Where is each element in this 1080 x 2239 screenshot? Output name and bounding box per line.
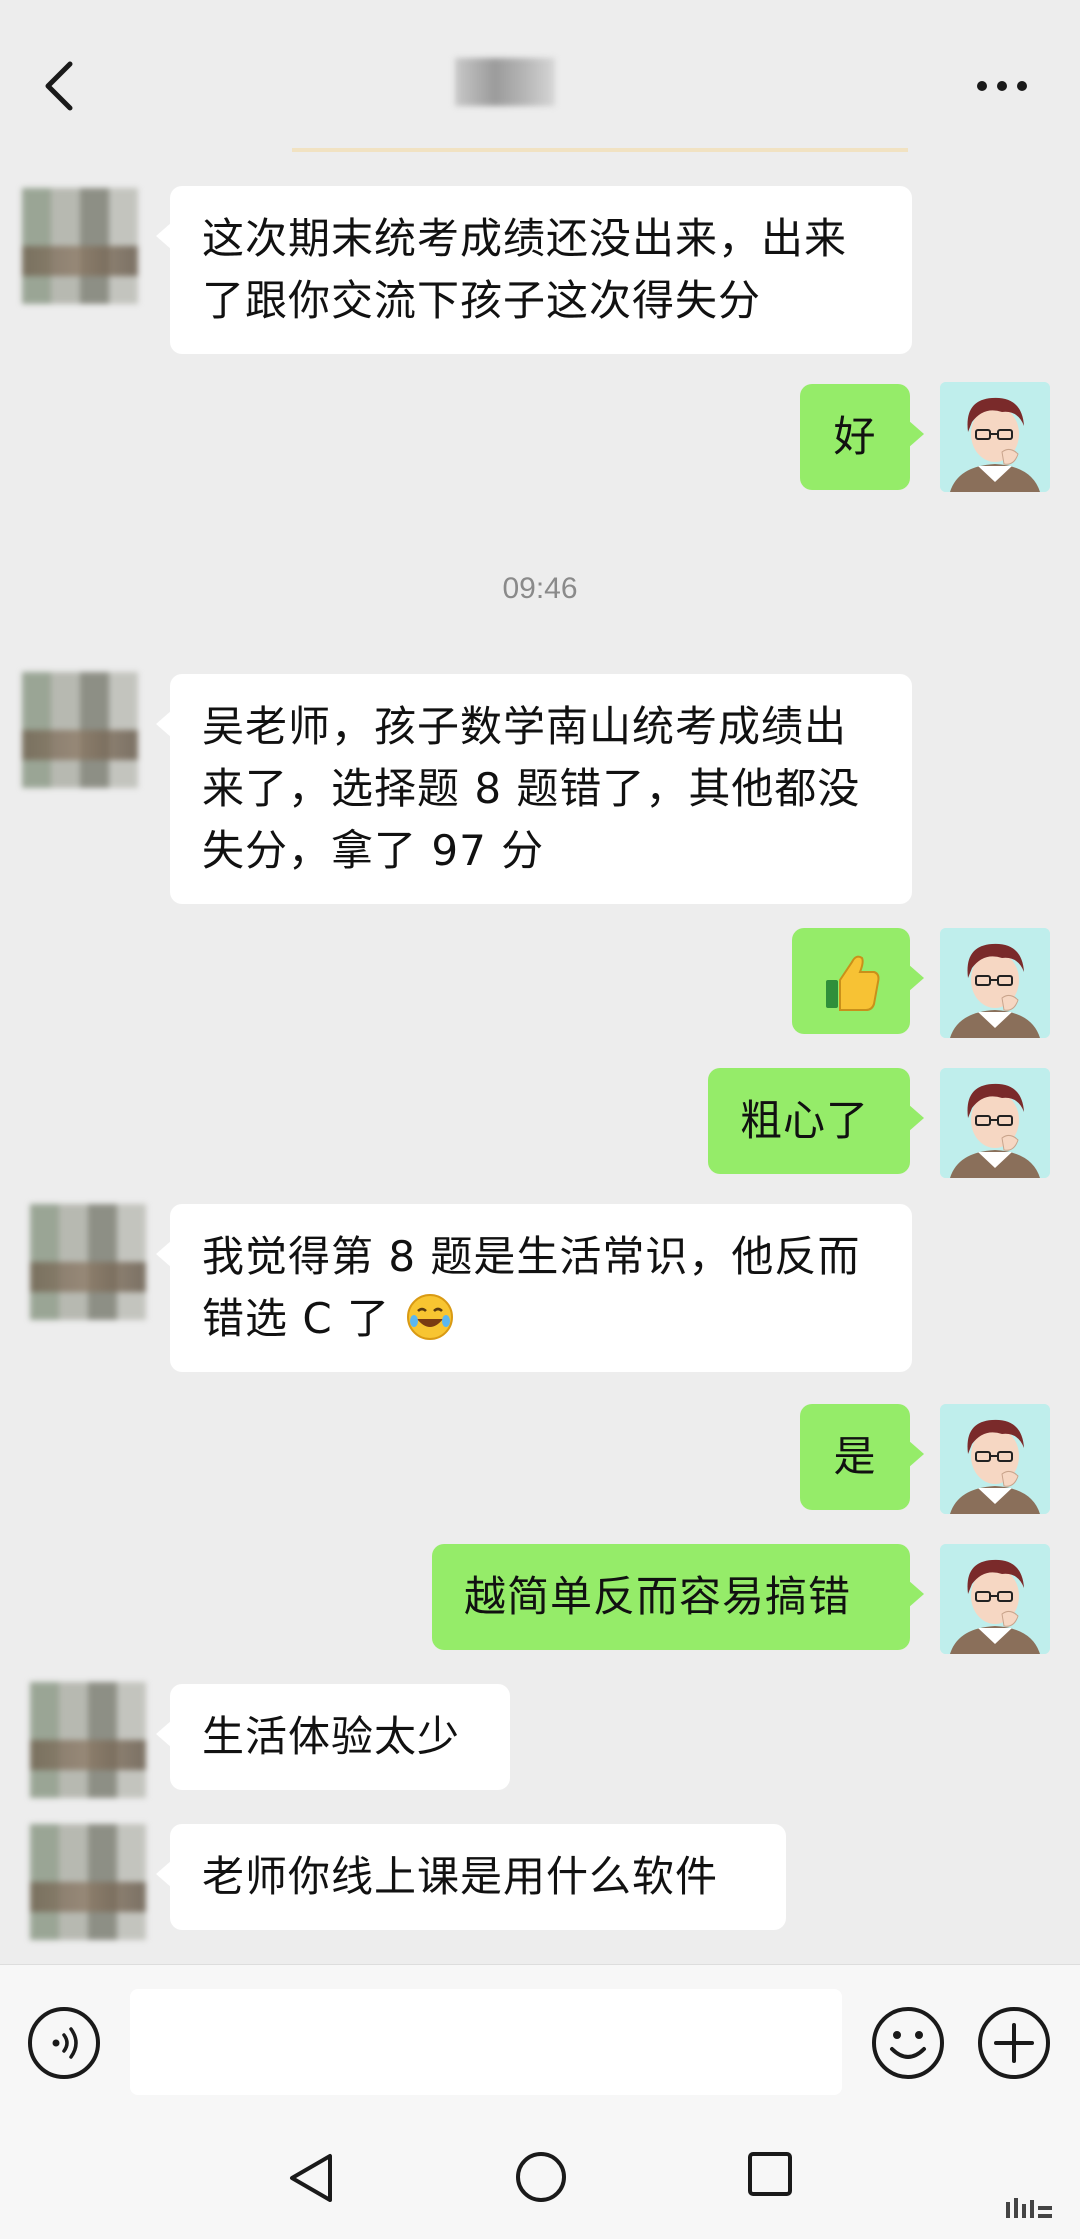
emoji-icon[interactable] bbox=[870, 2005, 946, 2081]
message-text: 了跟你交流下孩子这次得失分 bbox=[202, 276, 762, 325]
message-bubble-incoming[interactable]: 这次期末统考成绩还没出来，出来 了跟你交流下孩子这次得失分 bbox=[156, 186, 912, 354]
chat-input-bar bbox=[0, 1964, 1080, 2104]
cartoon-man-avatar-icon bbox=[940, 1068, 1050, 1178]
nav-recent-icon[interactable] bbox=[746, 2150, 794, 2198]
contact-avatar[interactable] bbox=[30, 1204, 146, 1320]
message-text: 失分，拿了 97 分 bbox=[202, 826, 545, 875]
message-text: 老师你线上课是用什么软件 bbox=[202, 1852, 719, 1901]
message-text: 这次期末统考成绩还没出来，出来 bbox=[202, 214, 848, 263]
message-text: 吴老师，孩子数学南山统考成绩出 bbox=[202, 702, 848, 751]
watermark-icon bbox=[1006, 2198, 1052, 2218]
thumbs-up-icon bbox=[826, 955, 880, 1011]
message-text: 是 bbox=[833, 1432, 877, 1481]
chat-title-redacted bbox=[455, 58, 555, 106]
message-text: 错选 C 了 bbox=[202, 1294, 391, 1343]
self-avatar[interactable] bbox=[940, 1544, 1050, 1654]
self-avatar[interactable] bbox=[940, 1404, 1050, 1514]
contact-avatar[interactable] bbox=[30, 1682, 146, 1798]
system-nav-bar bbox=[0, 2104, 1080, 2239]
voice-icon[interactable] bbox=[26, 2005, 102, 2081]
chevron-left-icon[interactable] bbox=[38, 58, 78, 114]
message-text: 粗心了 bbox=[740, 1096, 870, 1145]
message-input[interactable] bbox=[130, 1989, 842, 2095]
message-text: 来了，选择题 8 题错了，其他都没 bbox=[202, 764, 861, 813]
message-bubble-incoming[interactable]: 老师你线上课是用什么软件 bbox=[156, 1824, 786, 1930]
cartoon-man-avatar-icon bbox=[940, 1544, 1050, 1654]
self-avatar[interactable] bbox=[940, 1068, 1050, 1178]
message-bubble-incoming[interactable]: 吴老师，孩子数学南山统考成绩出 来了，选择题 8 题错了，其他都没 失分，拿了 … bbox=[156, 674, 912, 904]
cartoon-man-avatar-icon bbox=[940, 1404, 1050, 1514]
cartoon-man-avatar-icon bbox=[940, 382, 1050, 492]
nav-back-icon[interactable] bbox=[284, 2150, 336, 2206]
contact-avatar[interactable] bbox=[22, 188, 138, 304]
contact-avatar[interactable] bbox=[22, 672, 138, 788]
contact-avatar[interactable] bbox=[30, 1824, 146, 1940]
cartoon-man-avatar-icon bbox=[940, 928, 1050, 1038]
plus-icon[interactable] bbox=[976, 2005, 1052, 2081]
message-bubble-outgoing[interactable]: 粗心了 bbox=[708, 1068, 924, 1174]
message-bubble-outgoing[interactable]: 好 bbox=[800, 384, 924, 490]
laughing-crying-icon bbox=[407, 1294, 454, 1340]
chat-header bbox=[0, 0, 1080, 150]
message-text: 我觉得第 8 题是生活常识，他反而 bbox=[202, 1232, 861, 1281]
self-avatar[interactable] bbox=[940, 382, 1050, 492]
message-bubble-outgoing[interactable]: 越简单反而容易搞错 bbox=[432, 1544, 924, 1650]
message-text: 越简单反而容易搞错 bbox=[464, 1572, 852, 1621]
message-text: 生活体验太少 bbox=[202, 1712, 461, 1761]
message-timestamp: 09:46 bbox=[502, 572, 578, 605]
message-bubble-outgoing[interactable] bbox=[792, 928, 924, 1034]
message-bubble-incoming[interactable]: 我觉得第 8 题是生活常识，他反而 错选 C 了 bbox=[156, 1204, 912, 1372]
message-bubble-outgoing[interactable]: 是 bbox=[800, 1404, 924, 1510]
pinned-banner-edge bbox=[292, 148, 908, 152]
more-horizontal-icon[interactable] bbox=[976, 80, 1028, 92]
message-bubble-incoming[interactable]: 生活体验太少 bbox=[156, 1684, 510, 1790]
nav-home-icon[interactable] bbox=[514, 2150, 568, 2204]
self-avatar[interactable] bbox=[940, 928, 1050, 1038]
message-text: 好 bbox=[833, 412, 877, 461]
